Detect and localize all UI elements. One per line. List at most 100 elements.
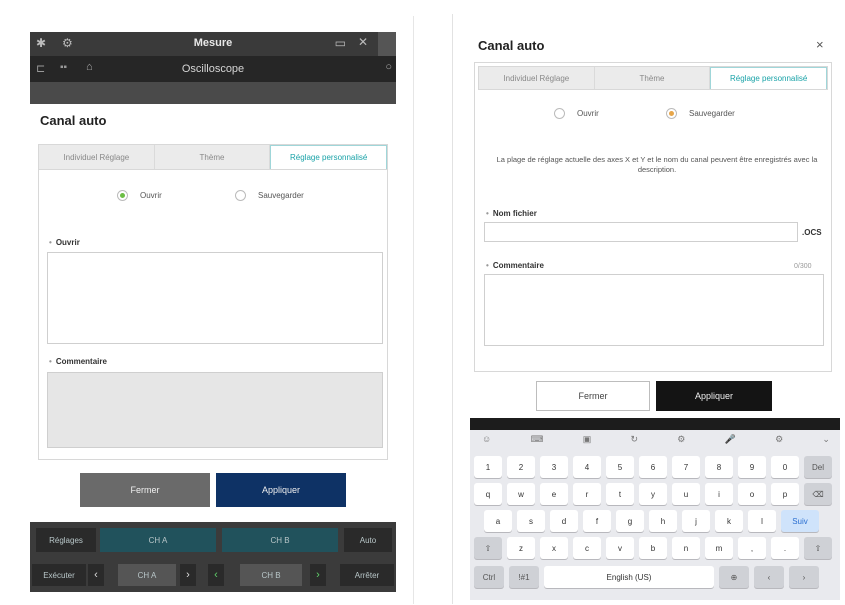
channel-a-chip[interactable]: CH A — [100, 528, 216, 552]
key[interactable]: n — [672, 537, 700, 559]
close-icon[interactable]: ✕ — [358, 35, 368, 49]
key[interactable]: 1 — [474, 456, 502, 478]
key[interactable]: , — [738, 537, 766, 559]
radio-save-indicator[interactable] — [666, 108, 677, 119]
keyboard-tool-icon[interactable]: ⌨ — [530, 434, 543, 450]
radio-open-indicator[interactable] — [554, 108, 565, 119]
key[interactable]: 9 — [738, 456, 766, 478]
key[interactable]: Suiv — [781, 510, 819, 532]
left-subbar — [30, 82, 396, 104]
key[interactable]: t — [606, 483, 634, 505]
tab-individual[interactable]: Individuel Réglage — [479, 67, 595, 89]
comment-textarea — [47, 372, 383, 448]
prev-b-icon[interactable]: ‹ — [208, 564, 224, 586]
key[interactable]: ⌫ — [804, 483, 832, 505]
key[interactable]: 0 — [771, 456, 799, 478]
key[interactable]: d — [550, 510, 578, 532]
key[interactable]: 7 — [672, 456, 700, 478]
key[interactable]: p — [771, 483, 799, 505]
close-icon[interactable]: × — [816, 37, 824, 52]
key[interactable]: e — [540, 483, 568, 505]
key[interactable]: j — [682, 510, 710, 532]
key[interactable]: x — [540, 537, 568, 559]
tab-theme[interactable]: Thème — [594, 67, 711, 89]
key[interactable]: b — [639, 537, 667, 559]
channel-a-select[interactable]: CH A — [118, 564, 176, 586]
key[interactable]: v — [606, 537, 634, 559]
filename-input[interactable] — [484, 222, 798, 242]
next-b-icon[interactable]: › — [310, 564, 326, 586]
key[interactable]: k — [715, 510, 743, 532]
key[interactable]: 6 — [639, 456, 667, 478]
channel-b-select[interactable]: CH B — [240, 564, 302, 586]
key[interactable]: i — [705, 483, 733, 505]
key[interactable]: s — [517, 510, 545, 532]
keyboard-tool-icon[interactable]: 🎤 — [725, 434, 736, 450]
open-file-list[interactable] — [47, 252, 383, 344]
key[interactable]: w — [507, 483, 535, 505]
key[interactable]: 5 — [606, 456, 634, 478]
radio-open-label: Ouvrir — [577, 109, 599, 118]
key[interactable]: g — [616, 510, 644, 532]
left-dialog-title: Canal auto — [40, 113, 107, 128]
key[interactable]: u — [672, 483, 700, 505]
comment-textarea[interactable] — [484, 274, 824, 346]
key[interactable]: z — [507, 537, 535, 559]
key[interactable]: o — [738, 483, 766, 505]
radio-save[interactable]: Sauvegarder — [666, 108, 735, 119]
key[interactable]: ⇧ — [474, 537, 502, 559]
radio-save-indicator[interactable] — [235, 190, 246, 201]
tab-theme[interactable]: Thème — [154, 145, 271, 169]
keyboard-tool-icon[interactable]: ⚙ — [677, 434, 685, 450]
key[interactable]: r — [573, 483, 601, 505]
settings-chip[interactable]: Réglages — [36, 528, 96, 552]
next-a-icon[interactable]: › — [180, 564, 196, 586]
apply-button[interactable]: Appliquer — [216, 473, 346, 507]
key[interactable]: 3 — [540, 456, 568, 478]
keyboard-tool-icon[interactable]: ▣ — [583, 434, 592, 450]
key[interactable]: !#1 — [509, 566, 539, 588]
tab-individual[interactable]: Individuel Réglage — [39, 145, 155, 169]
key[interactable]: y — [639, 483, 667, 505]
left-bottombar: Réglages CH A CH B Auto Exécuter ‹ CH A … — [30, 522, 396, 592]
key[interactable]: ‹ — [754, 566, 784, 588]
key[interactable]: ⇧ — [804, 537, 832, 559]
left-appbar: ⊏ ▪▪ ⌂ Oscilloscope ○ — [30, 56, 396, 82]
stop-chip[interactable]: Arrêter — [340, 564, 394, 586]
prev-a-icon[interactable]: ‹ — [88, 564, 104, 586]
auto-chip[interactable]: Auto — [344, 528, 392, 552]
key[interactable]: f — [583, 510, 611, 532]
key[interactable]: English (US) — [544, 566, 714, 588]
radio-open[interactable]: Ouvrir — [117, 190, 162, 201]
key[interactable]: Ctrl — [474, 566, 504, 588]
key[interactable]: c — [573, 537, 601, 559]
key[interactable]: a — [484, 510, 512, 532]
tab-custom[interactable]: Réglage personnalisé — [710, 67, 828, 89]
key[interactable]: 2 — [507, 456, 535, 478]
close-button[interactable]: Fermer — [80, 473, 210, 507]
apply-button[interactable]: Appliquer — [656, 381, 772, 411]
tab-custom[interactable]: Réglage personnalisé — [270, 145, 388, 169]
key[interactable]: 8 — [705, 456, 733, 478]
channel-b-chip[interactable]: CH B — [222, 528, 338, 552]
key[interactable]: Del — [804, 456, 832, 478]
key[interactable]: h — [649, 510, 677, 532]
key[interactable]: 4 — [573, 456, 601, 478]
key[interactable]: l — [748, 510, 776, 532]
keyboard-tool-icon[interactable]: ↻ — [630, 434, 638, 450]
key[interactable]: m — [705, 537, 733, 559]
radio-open-indicator[interactable] — [117, 190, 128, 201]
key[interactable]: q — [474, 483, 502, 505]
filename-label-text: Nom fichier — [492, 209, 537, 218]
search-icon[interactable]: ○ — [385, 61, 392, 73]
radio-save[interactable]: Sauvegarder — [235, 190, 304, 201]
key[interactable]: ⊕ — [719, 566, 749, 588]
key[interactable]: . — [771, 537, 799, 559]
key[interactable]: › — [789, 566, 819, 588]
keyboard-tool-icon[interactable]: ⚙ — [775, 434, 783, 450]
radio-open[interactable]: Ouvrir — [554, 108, 599, 119]
run-chip[interactable]: Exécuter — [32, 564, 86, 586]
keyboard-tool-icon[interactable]: ⌄ — [822, 434, 830, 450]
keyboard-tool-icon[interactable]: ☺ — [482, 434, 491, 450]
close-button[interactable]: Fermer — [536, 381, 650, 411]
